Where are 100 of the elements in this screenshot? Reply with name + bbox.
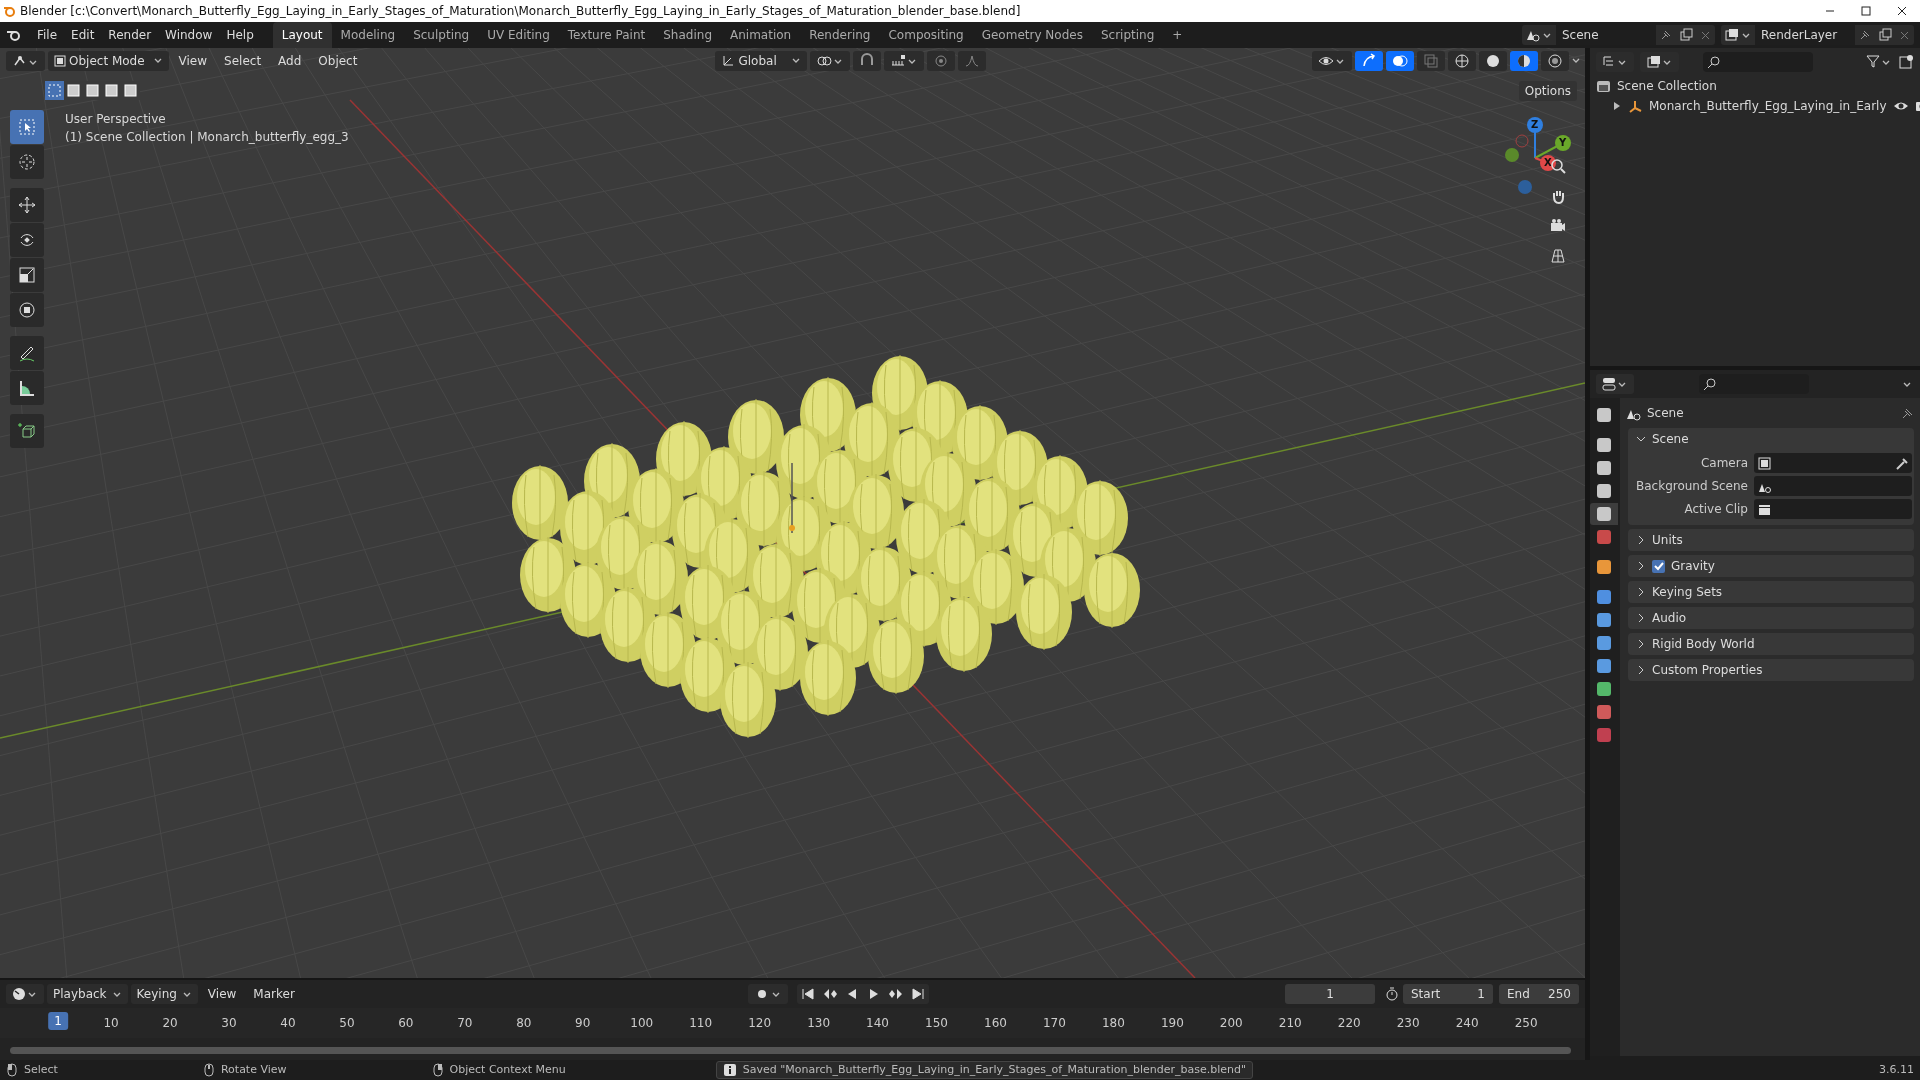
input-field[interactable] xyxy=(1754,499,1912,519)
menu-item[interactable]: Add xyxy=(271,51,309,71)
workspace-tab[interactable]: UV Editing xyxy=(478,22,559,48)
selection-mode-icon[interactable] xyxy=(102,81,121,100)
menu-item[interactable]: File xyxy=(30,25,65,45)
playhead[interactable]: 1 xyxy=(48,1012,68,1030)
checkbox[interactable] xyxy=(1652,559,1665,573)
selector-field[interactable]: Scene xyxy=(1556,25,1656,45)
orientation-dropdown[interactable]: Global xyxy=(715,51,807,71)
menu-item[interactable]: View xyxy=(200,984,244,1004)
annotate-icon[interactable] xyxy=(10,336,44,370)
panel-header[interactable]: Rigid Body World xyxy=(1628,633,1914,655)
panel-header[interactable]: Scene xyxy=(1628,428,1914,450)
selector-field[interactable]: RenderLayer xyxy=(1755,25,1855,45)
workspace-tab[interactable]: Animation xyxy=(721,22,801,48)
pin-icon[interactable] xyxy=(1900,406,1914,420)
scrollbar[interactable] xyxy=(10,1047,1571,1054)
record-icon[interactable] xyxy=(747,984,788,1004)
frame-number: 190 xyxy=(1160,1015,1184,1032)
menu-item[interactable]: Playback xyxy=(47,984,128,1004)
zoom-icon[interactable] xyxy=(1550,158,1566,174)
visibility-icon[interactable] xyxy=(1312,51,1352,71)
start-frame-field[interactable]: Start 1 xyxy=(1403,984,1493,1004)
selection-mode-icon[interactable] xyxy=(83,81,102,100)
workspace-tab[interactable]: Sculpting xyxy=(404,22,479,48)
frame-number: 20 xyxy=(162,1015,178,1032)
camera-icon[interactable] xyxy=(1550,218,1566,234)
panel-header[interactable]: Keying Sets xyxy=(1628,581,1914,603)
workspace-tab[interactable]: Scripting xyxy=(1091,22,1164,48)
stopwatch-icon[interactable] xyxy=(1384,986,1400,1002)
overlay-icon[interactable] xyxy=(1386,51,1414,71)
outliner-item[interactable]: Scene Collection xyxy=(1617,77,1717,95)
snap-increment-icon[interactable] xyxy=(883,51,924,71)
hand-icon[interactable] xyxy=(1550,188,1566,204)
input-field[interactable] xyxy=(1754,476,1912,496)
menu-item[interactable]: Help xyxy=(219,25,261,45)
rotate-icon[interactable] xyxy=(10,223,44,257)
eyedropper-icon[interactable] xyxy=(1895,456,1908,470)
input-field[interactable] xyxy=(1754,453,1912,473)
menu-item[interactable]: View xyxy=(171,51,215,71)
panel-header[interactable]: Custom Properties xyxy=(1628,659,1914,681)
workspace-tab[interactable]: Rendering xyxy=(800,22,880,48)
workspace-tab[interactable]: Compositing xyxy=(879,22,973,48)
property-tab[interactable] xyxy=(1590,503,1618,525)
editor-type-icon[interactable] xyxy=(6,51,45,71)
transform-icon[interactable] xyxy=(10,293,44,327)
workspace-tab[interactable]: + xyxy=(1163,22,1192,48)
workspace-tab[interactable]: Layout xyxy=(272,22,332,48)
menu-item[interactable]: Keying xyxy=(130,984,198,1004)
menu-item[interactable]: Object xyxy=(311,51,365,71)
end-frame-field[interactable]: End 250 xyxy=(1499,984,1579,1004)
add-cube-icon[interactable] xyxy=(10,414,44,448)
mode-dropdown[interactable]: Object Mode xyxy=(48,51,169,71)
new-collection-icon[interactable] xyxy=(1898,54,1914,70)
frame-number: 60 xyxy=(398,1015,414,1032)
options-dropdown[interactable]: Options xyxy=(1518,81,1577,101)
scale-icon[interactable] xyxy=(10,258,44,292)
maximize-icon[interactable] xyxy=(1860,5,1872,17)
menu-item[interactable]: Render xyxy=(101,25,159,45)
version-label: 3.6.11 xyxy=(1879,1061,1914,1078)
menu-item[interactable]: Window xyxy=(158,25,220,45)
proportional-edit-icon[interactable] xyxy=(926,51,955,71)
frame-number: 90 xyxy=(575,1015,591,1032)
snap-icon[interactable] xyxy=(852,51,881,71)
outliner-item[interactable]: Monarch_Butterfly_Egg_Laying_in_Early xyxy=(1649,97,1887,115)
filter-icon[interactable] xyxy=(1866,54,1892,70)
menu-item[interactable]: Edit xyxy=(64,25,102,45)
rendered-shading-icon[interactable] xyxy=(1541,51,1569,71)
dropdown-icon[interactable] xyxy=(1572,58,1581,64)
disclosure-triangle-icon[interactable] xyxy=(1612,101,1622,111)
grid-icon[interactable] xyxy=(1550,248,1566,264)
material-shading-icon[interactable] xyxy=(1510,51,1538,71)
panel-header[interactable]: Audio xyxy=(1628,607,1914,629)
close-icon[interactable] xyxy=(1896,5,1908,17)
menu-item[interactable]: Marker xyxy=(246,984,302,1004)
workspace-tab[interactable]: Shading xyxy=(654,22,721,48)
gizmo-toggle-icon[interactable] xyxy=(1355,51,1383,71)
view-layer-icon[interactable] xyxy=(1640,52,1679,72)
display-mode-icon[interactable] xyxy=(1596,52,1634,72)
selection-mode-icon[interactable] xyxy=(121,81,140,100)
pivot-icon[interactable] xyxy=(809,51,850,71)
workspace-tab[interactable]: Modeling xyxy=(331,22,405,48)
selection-mode-icon[interactable] xyxy=(64,81,83,100)
search-field[interactable] xyxy=(1703,52,1813,72)
workspace-tab[interactable]: Texture Paint xyxy=(558,22,655,48)
workspace-tab[interactable]: Geometry Nodes xyxy=(972,22,1092,48)
menu-item[interactable]: Select xyxy=(217,51,269,71)
frame-field[interactable]: 1 xyxy=(1285,984,1375,1004)
cursor-icon[interactable] xyxy=(10,145,44,179)
panel-header[interactable]: Units xyxy=(1628,529,1914,551)
search-field[interactable] xyxy=(1699,374,1809,394)
move-icon[interactable] xyxy=(10,188,44,222)
clock-editor-icon[interactable] xyxy=(6,984,44,1004)
measure-icon[interactable] xyxy=(10,371,44,405)
wireframe-shading-icon[interactable] xyxy=(1448,51,1476,71)
solid-shading-icon[interactable] xyxy=(1479,51,1507,71)
falloff-icon[interactable] xyxy=(957,51,986,71)
axis-label: Z xyxy=(1531,118,1539,132)
editor-type-icon[interactable] xyxy=(1596,374,1634,394)
panel-header[interactable]: Gravity xyxy=(1628,555,1914,577)
